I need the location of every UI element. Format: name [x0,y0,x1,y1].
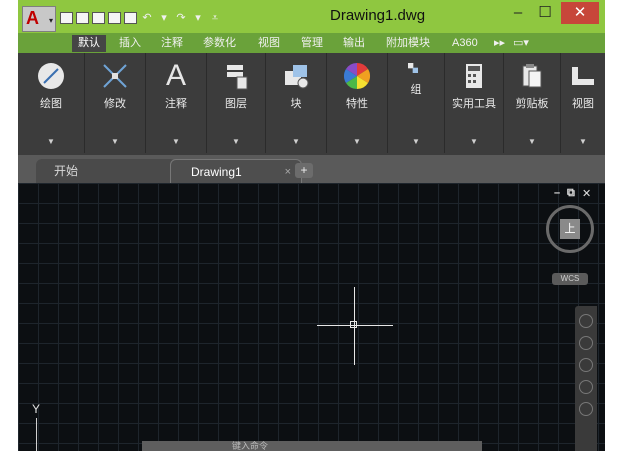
viewcube[interactable]: 上 [546,205,594,253]
steering-wheel-icon[interactable] [579,314,593,328]
ucs-y-axis-icon [36,418,37,451]
chevron-down-icon[interactable]: ▼ [504,137,560,146]
panel-label: 实用工具 [452,98,496,110]
view-icon [572,67,594,85]
group-icon [408,63,418,73]
close-icon[interactable]: × [285,160,291,184]
panel-utilities[interactable]: 实用工具 ▼ [445,53,504,153]
color-wheel-icon [343,62,371,90]
panel-draw[interactable]: 绘图 ▼ [18,53,85,153]
ribbon: 绘图 ▼ 修改 ▼ A 注释 ▼ 图层 ▼ 块 ▼ 特性 ▼ 组 ▼ 实用工具 … [18,53,605,155]
tab-parametric[interactable]: 参数化 [203,35,236,52]
drawing-canvas[interactable] [18,183,605,451]
tab-manage[interactable]: 管理 [301,35,323,52]
orbit-icon[interactable] [579,380,593,394]
viewport-close-icon[interactable]: ✕ [582,187,591,200]
block-icon [285,65,309,89]
panel-group[interactable]: 组 ▼ [388,53,445,153]
panel-label: 修改 [104,98,126,110]
navigation-bar [575,306,597,451]
print-icon[interactable] [124,12,137,24]
viewcube-top-face[interactable]: 上 [560,219,580,239]
tab-insert[interactable]: 插入 [119,35,141,52]
tab-drawing1[interactable]: Drawing1 × [170,159,302,183]
clipboard-icon [522,64,542,88]
panel-label: 视图 [572,98,594,110]
showmotion-icon[interactable] [579,402,593,416]
panel-label: 剪贴板 [515,98,549,110]
open-file-icon[interactable] [76,12,89,24]
move-icon [103,64,127,88]
redo-dropdown-icon[interactable]: ▾ [191,12,205,24]
chevron-down-icon[interactable]: ▼ [85,137,145,146]
autocad-logo-icon: A [26,8,39,28]
new-file-icon[interactable] [60,12,73,24]
layers-icon [227,65,248,90]
panel-properties[interactable]: 特性 ▼ [327,53,388,153]
panel-clipboard[interactable]: 剪贴板 ▼ [504,53,561,153]
maximize-button[interactable]: ☐ [533,2,557,24]
panel-layers[interactable]: 图层 ▼ [207,53,266,153]
undo-dropdown-icon[interactable]: ▾ [157,12,171,24]
ribbon-tab-bar: 默认 插入 注释 参数化 视图 管理 输出 附加模块 A360 ▸▸ ▭▾ [18,33,605,53]
viewport-minimize-icon[interactable]: – [554,187,560,199]
tab-default[interactable]: 默认 [72,35,106,52]
more-tabs-icon[interactable]: ▸▸ [494,35,505,52]
chevron-down-icon[interactable]: ▼ [146,137,206,146]
application-menu-button[interactable]: A ▾ [22,6,56,32]
tab-view[interactable]: 视图 [258,35,280,52]
panel-label: 图层 [225,98,247,110]
title-bar: A ▾ ↶ ▾ ↷ ▾ ⩡ Drawing1.dwg – ☐ ✕ [18,0,605,33]
panel-annotation[interactable]: A 注释 ▼ [146,53,207,153]
ucs-y-axis-label: Y [32,402,41,416]
chevron-down-icon[interactable]: ▼ [327,137,387,146]
ribbon-display-icon[interactable]: ▭▾ [513,35,529,52]
quick-access-toolbar: ↶ ▾ ↷ ▾ ⩡ [60,10,222,26]
new-drawing-button[interactable]: + [295,163,313,178]
text-icon: A [165,59,186,92]
panel-label: 注释 [165,98,187,110]
panel-label: 特性 [346,98,368,110]
customize-qat-icon[interactable]: ⩡ [208,12,222,24]
tab-label: Drawing1 [191,165,242,179]
panel-label: 组 [410,84,422,96]
pan-icon[interactable] [579,336,593,350]
panel-block[interactable]: 块 ▼ [266,53,327,153]
tab-output[interactable]: 输出 [343,35,365,52]
line-draw-icon [38,63,64,89]
chevron-down-icon[interactable]: ▼ [445,137,503,146]
tab-a360[interactable]: A360 [452,35,478,52]
chevron-down-icon[interactable]: ▼ [18,137,84,146]
crosshair-pickbox [350,321,357,328]
window-title: Drawing1.dwg [330,7,426,24]
save-as-icon[interactable] [108,12,121,24]
chevron-down-icon: ▾ [48,16,53,25]
close-button[interactable]: ✕ [561,2,599,24]
chevron-down-icon[interactable]: ▼ [266,137,326,146]
undo-icon[interactable]: ↶ [140,12,154,24]
minimize-button[interactable]: – [506,2,530,24]
save-icon[interactable] [92,12,105,24]
viewport-restore-icon[interactable]: ⧉ [567,187,575,200]
chevron-down-icon[interactable]: ▼ [207,137,265,146]
panel-label: 块 [290,98,302,110]
redo-icon[interactable]: ↷ [174,12,188,24]
panel-label: 绘图 [40,98,62,110]
zoom-icon[interactable] [579,358,593,372]
chevron-down-icon[interactable]: ▼ [561,137,605,146]
chevron-down-icon[interactable]: ▼ [388,137,444,146]
tab-addins[interactable]: 附加模块 [386,35,430,52]
tab-start[interactable]: 开始 [36,159,176,183]
panel-modify[interactable]: 修改 ▼ [85,53,146,153]
calculator-icon [466,64,482,88]
tab-annotate[interactable]: 注释 [161,35,183,52]
command-line[interactable]: 键入命令 [142,441,482,451]
panel-view[interactable]: 视图 ▼ [561,53,605,153]
autocad-window: A ▾ ↶ ▾ ↷ ▾ ⩡ Drawing1.dwg – ☐ ✕ 默认 插入 注… [18,0,605,451]
wcs-menu[interactable]: WCS [552,273,588,285]
